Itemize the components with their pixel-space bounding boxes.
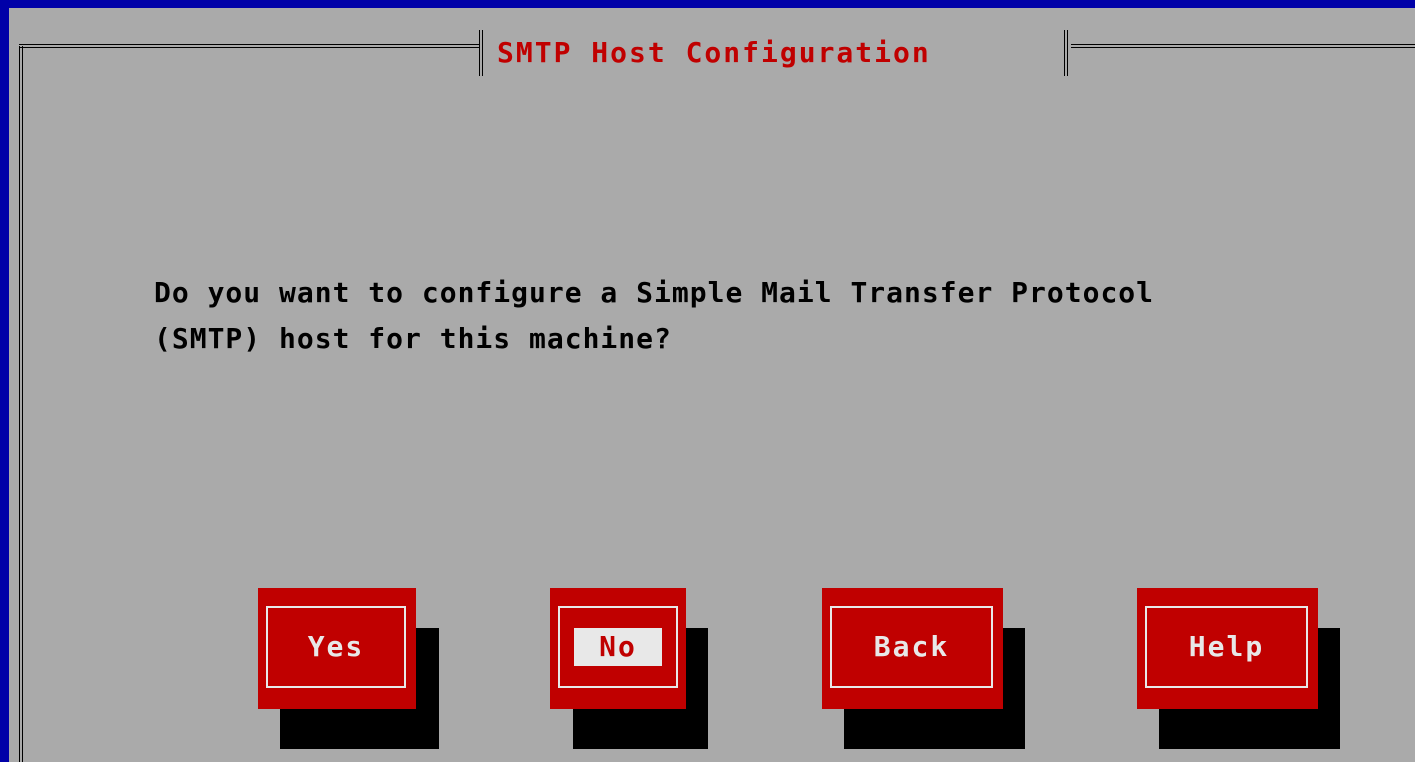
help-button-group: Help <box>1137 588 1340 749</box>
help-button-label: Help <box>1188 630 1265 663</box>
frame-top-right <box>1071 44 1415 48</box>
no-button-group: No <box>550 588 708 749</box>
installer-screen: SMTP Host Configuration Do you want to c… <box>0 0 1415 762</box>
yes-button[interactable]: Yes <box>258 588 416 709</box>
back-button[interactable]: Back <box>822 588 1003 709</box>
dialog-title: SMTP Host Configuration <box>497 36 931 69</box>
title-divider-left <box>479 30 483 76</box>
smtp-dialog: SMTP Host Configuration Do you want to c… <box>9 8 1415 762</box>
back-button-label: Back <box>873 630 950 663</box>
dialog-message: Do you want to configure a Simple Mail T… <box>154 270 1414 362</box>
yes-button-label: Yes <box>307 630 365 663</box>
message-line-1: Do you want to configure a Simple Mail T… <box>154 276 1155 309</box>
no-button[interactable]: No <box>550 588 686 709</box>
yes-button-group: Yes <box>258 588 439 749</box>
frame-top-left <box>19 44 479 48</box>
help-button[interactable]: Help <box>1137 588 1318 709</box>
frame-left <box>19 46 23 762</box>
title-divider-right <box>1064 30 1068 76</box>
no-button-label: No <box>574 628 662 666</box>
message-line-2: (SMTP) host for this machine? <box>154 322 672 355</box>
back-button-group: Back <box>822 588 1025 749</box>
